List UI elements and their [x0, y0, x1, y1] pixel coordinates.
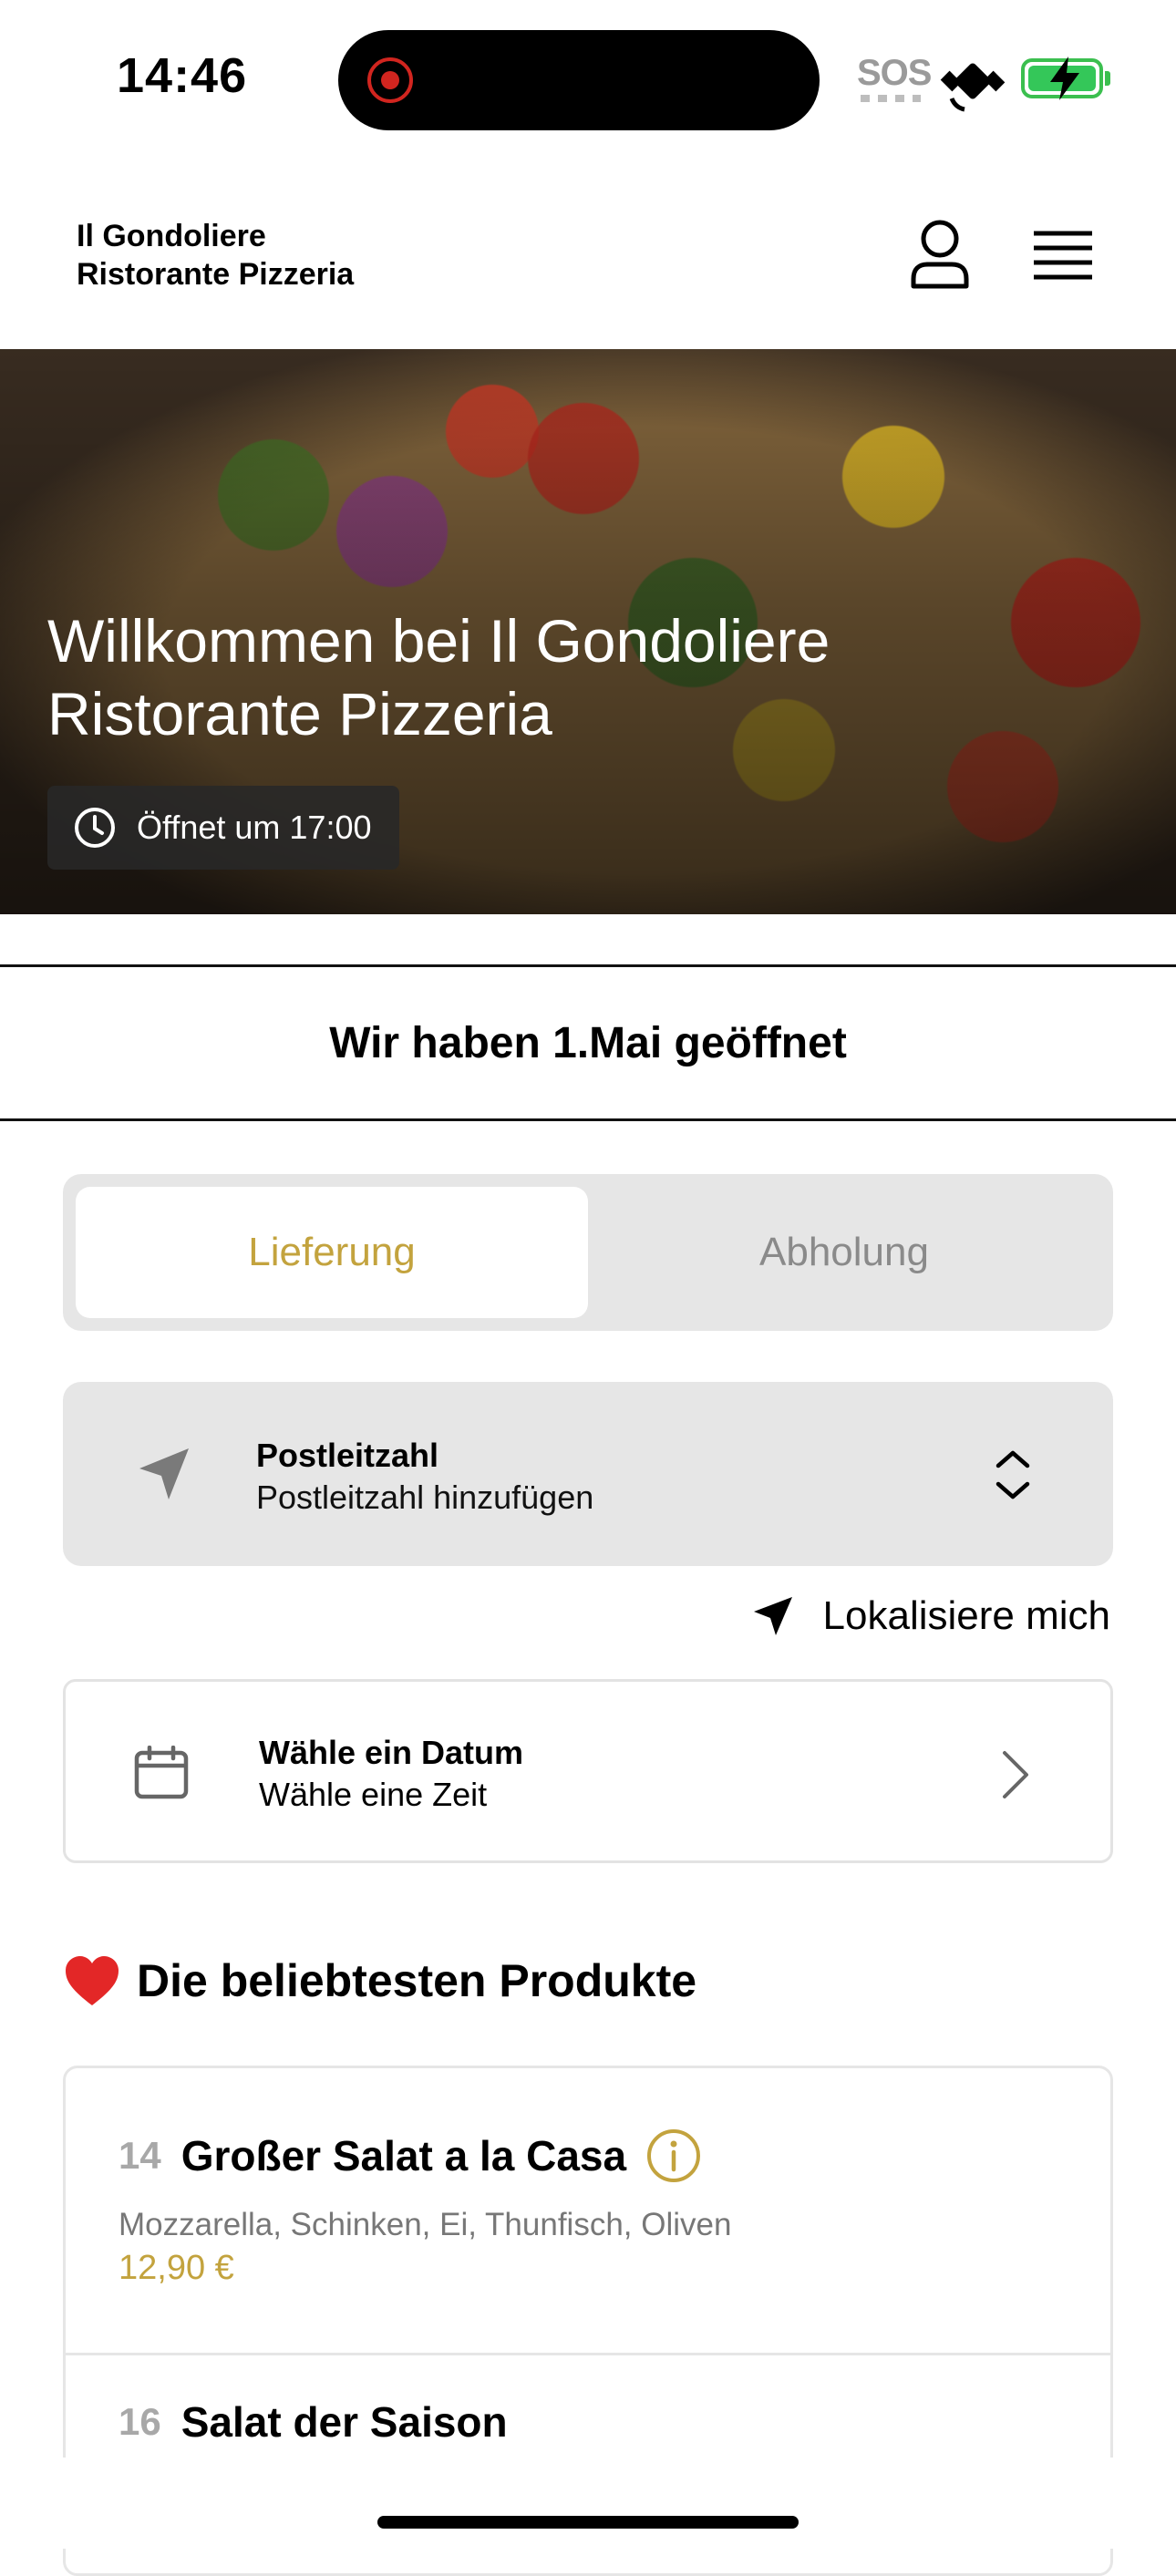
- chevron-updown-icon: [995, 1450, 1030, 1499]
- date-title: Wähle ein Datum: [259, 1734, 524, 1771]
- tab-pickup[interactable]: Abholung: [588, 1187, 1100, 1318]
- brand-line-1: Il Gondoliere: [77, 219, 266, 253]
- time-subtitle: Wähle eine Zeit: [259, 1776, 488, 1813]
- product-description: Mozzarella, Schinken, Ei, Thunfisch, Oli…: [119, 2207, 732, 2242]
- chevron-right-icon: [1003, 1751, 1028, 1798]
- record-icon: [367, 57, 413, 103]
- product-item[interactable]: 14 Großer Salat a la Casa Mozzarella, Sc…: [66, 2068, 1110, 2355]
- postcode-placeholder: Postleitzahl hinzufügen: [256, 1479, 594, 1516]
- hero-banner: Willkommen bei Il Gondoliere Ristorante …: [0, 349, 1176, 914]
- location-arrow-icon: [139, 1448, 189, 1499]
- postcode-field[interactable]: Postleitzahl Postleitzahl hinzufügen: [63, 1382, 1113, 1566]
- calendar-icon: [134, 1746, 189, 1799]
- charging-bolt-icon: [1050, 57, 1079, 100]
- location-arrow-icon: [753, 1597, 792, 1635]
- product-name: Großer Salat a la Casa: [181, 2132, 627, 2179]
- locate-me-button[interactable]: Lokalisiere mich: [750, 1593, 1110, 1639]
- locate-me-label: Lokalisiere mich: [822, 1593, 1110, 1638]
- product-name: Salat der Saison: [181, 2398, 508, 2446]
- product-number: 14: [119, 2134, 161, 2177]
- info-icon[interactable]: [646, 2128, 701, 2183]
- popular-products-title: Die beliebtesten Produkte: [137, 1955, 697, 2006]
- announcement-banner: Wir haben 1.Mai geöffnet: [0, 964, 1176, 1121]
- satellite-icon: [940, 63, 1006, 112]
- popular-products-heading: Die beliebtesten Produkte: [64, 1954, 696, 2007]
- menu-icon[interactable]: [1034, 231, 1092, 280]
- restaurant-brand[interactable]: Il Gondoliere Ristorante Pizzeria: [77, 217, 354, 294]
- opening-time-label: Öffnet um 17:00: [137, 809, 372, 846]
- user-icon[interactable]: [910, 219, 970, 290]
- heart-icon: [66, 1956, 119, 2005]
- postcode-label: Postleitzahl: [256, 1437, 439, 1474]
- clock-icon: [75, 808, 115, 848]
- signal-dots: [861, 95, 921, 102]
- bottom-safe-area: [0, 2458, 1176, 2549]
- dynamic-island: [338, 30, 820, 130]
- hero-title: Willkommen bei Il Gondoliere Ristorante …: [47, 607, 830, 747]
- brand-line-2: Ristorante Pizzeria: [77, 257, 355, 292]
- order-mode-toggle: Lieferung Abholung: [63, 1174, 1113, 1331]
- date-time-picker[interactable]: Wähle ein Datum Wähle eine Zeit: [63, 1679, 1113, 1863]
- home-indicator[interactable]: [377, 2516, 799, 2529]
- sos-indicator: SOS: [857, 53, 932, 93]
- status-bar: 14:46 SOS: [0, 0, 1176, 155]
- product-price: 12,90 €: [119, 2249, 234, 2287]
- battery-cap: [1105, 71, 1110, 86]
- status-time: 14:46: [117, 48, 248, 103]
- product-number: 16: [119, 2400, 161, 2443]
- opening-time-badge: Öffnet um 17:00: [47, 786, 399, 870]
- app-header: Il Gondoliere Ristorante Pizzeria: [0, 182, 1176, 349]
- tab-delivery[interactable]: Lieferung: [76, 1187, 588, 1318]
